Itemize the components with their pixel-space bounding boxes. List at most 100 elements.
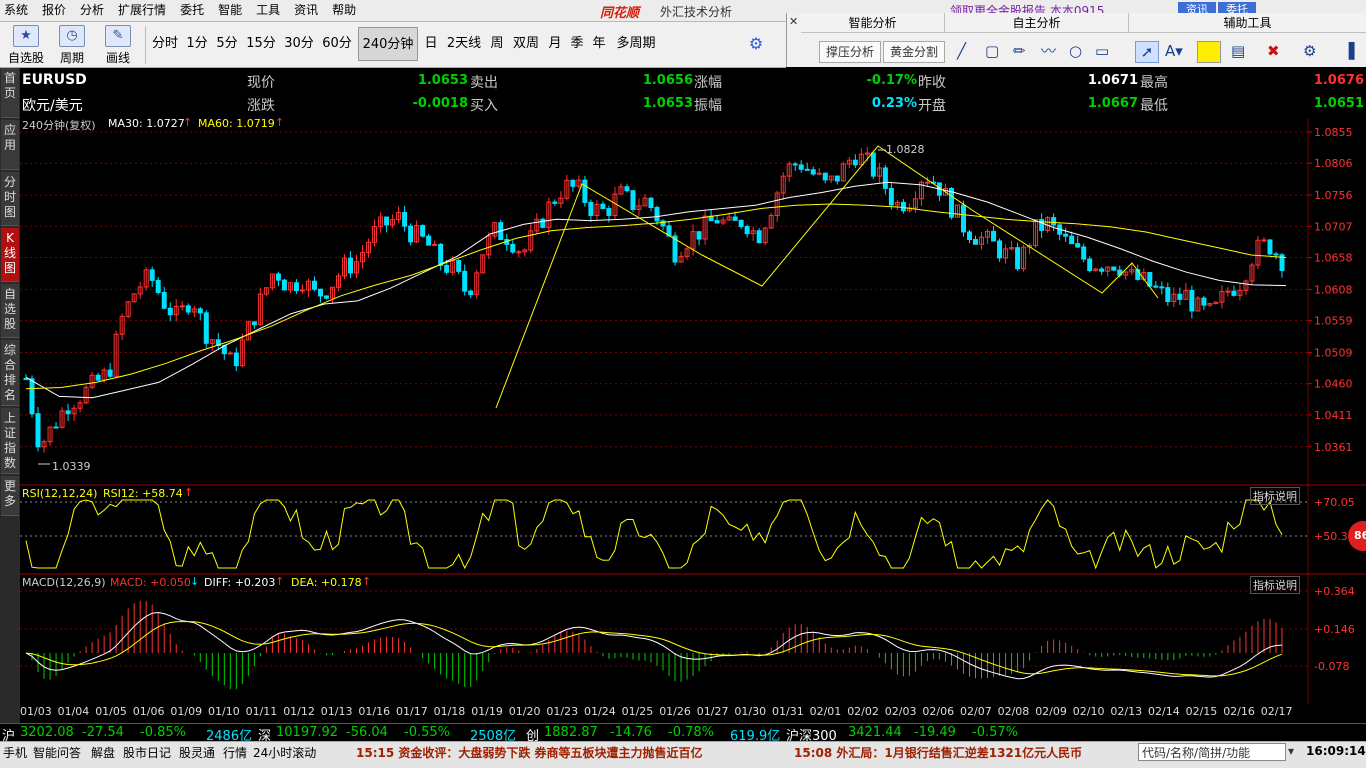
- close-icon[interactable]: ✕: [789, 15, 798, 28]
- period-15min[interactable]: 15分: [244, 27, 278, 61]
- tab-aux-tools[interactable]: 辅助工具: [1129, 13, 1366, 33]
- menu-quote[interactable]: 报价: [35, 0, 73, 21]
- tab-sh-index[interactable]: 上证指数: [1, 408, 19, 474]
- candle-down: [624, 186, 630, 192]
- tab-kline[interactable]: K线图: [1, 228, 19, 282]
- tab-apps[interactable]: 应用: [1, 120, 19, 170]
- symbol-code: EURUSD: [22, 72, 87, 88]
- rsi-help-button[interactable]: 指标说明: [1250, 487, 1300, 505]
- rsi-legend-name: RSI(12,12,24): [22, 487, 98, 500]
- candle-down: [1081, 246, 1087, 260]
- price-tick-label: 1.0460: [1314, 378, 1353, 391]
- circle-tool-icon[interactable]: ○: [1069, 41, 1082, 61]
- candle-down: [1063, 233, 1069, 237]
- date-tick-label: 01/03: [20, 705, 52, 718]
- price-tick-label: 1.0756: [1314, 189, 1353, 202]
- news-ticker-1[interactable]: 15:15 资金收评：大盘弱势下跌 券商等五板块遭主力抛售近百亿: [356, 744, 703, 761]
- period-day[interactable]: 日: [422, 27, 440, 61]
- label-open: 开盘: [918, 98, 946, 114]
- period-year[interactable]: 年: [590, 27, 608, 61]
- status-market[interactable]: 行情: [223, 744, 247, 761]
- status-mobile[interactable]: 手机: [3, 744, 27, 761]
- period-tick[interactable]: 分时: [148, 27, 182, 61]
- date-tick-label: 01/25: [621, 705, 654, 718]
- period-240min[interactable]: 240分钟: [358, 27, 418, 61]
- settings-icon[interactable]: ⚙: [1303, 41, 1316, 61]
- tab-self-analysis[interactable]: 自主分析: [945, 13, 1129, 33]
- candle-down: [281, 279, 287, 291]
- period-biweek[interactable]: 双周: [510, 27, 542, 61]
- tab-watchlist[interactable]: 自选股: [1, 284, 19, 338]
- quote-header: EURUSD 欧元/美元 现价 1.0653 卖出 1.0656 涨幅 -0.1…: [20, 68, 1366, 118]
- ma60-legend: MA60: 1.0719: [198, 117, 275, 130]
- candle-down: [468, 290, 474, 296]
- period-month[interactable]: 月: [546, 27, 564, 61]
- date-tick-label: 01/05: [95, 705, 127, 718]
- menu-tools[interactable]: 工具: [249, 0, 287, 21]
- pencil-tool-icon[interactable]: ✏: [1013, 41, 1026, 61]
- menu-system[interactable]: 系统: [0, 0, 35, 21]
- golden-section-button[interactable]: 黄金分割: [883, 41, 946, 63]
- toolbar-divider: [145, 26, 146, 64]
- draw-line-button[interactable]: ✎ 画线: [98, 25, 138, 66]
- support-resistance-button[interactable]: 撑压分析: [819, 41, 882, 63]
- eraser-icon[interactable]: ▤: [1231, 41, 1245, 61]
- price-tick-label: 1.0658: [1314, 252, 1353, 265]
- period-1min[interactable]: 1分: [184, 27, 210, 61]
- gear-icon[interactable]: ⚙: [744, 27, 768, 61]
- watchlist-button[interactable]: ★ 自选股: [6, 25, 46, 66]
- diff-line: [25, 611, 1283, 680]
- period-30min[interactable]: 30分: [282, 27, 316, 61]
- status-qa[interactable]: 智能问答: [33, 744, 81, 761]
- period-week[interactable]: 周: [488, 27, 506, 61]
- tab-timeshare[interactable]: 分时图: [1, 172, 19, 226]
- search-icon[interactable]: ▾: [1288, 744, 1294, 758]
- expand-icon[interactable]: ▐: [1343, 41, 1355, 61]
- status-gulingtong[interactable]: 股灵通: [179, 744, 215, 761]
- value-bid: 1.0653: [642, 96, 693, 111]
- menu-analysis[interactable]: 分析: [73, 0, 111, 21]
- macd-help-button[interactable]: 指标说明: [1250, 576, 1300, 594]
- watchlist-label: 自选股: [7, 51, 44, 65]
- value-ask: 1.0656: [642, 73, 693, 88]
- period-button[interactable]: ◷ 周期: [52, 25, 92, 66]
- tab-home[interactable]: 首页: [1, 68, 19, 118]
- ruler-tool-icon[interactable]: ▭: [1095, 41, 1109, 61]
- menu-smart[interactable]: 智能: [211, 0, 249, 21]
- rect-tool-icon[interactable]: ▢: [985, 41, 999, 61]
- candle-down: [185, 305, 191, 313]
- menu-news[interactable]: 资讯: [287, 0, 325, 21]
- period-multi[interactable]: 多周期: [612, 27, 660, 61]
- delete-icon[interactable]: ✖: [1267, 41, 1280, 61]
- color-picker[interactable]: [1197, 41, 1221, 63]
- candle-down: [438, 243, 444, 266]
- tab-more[interactable]: 更多: [1, 476, 19, 516]
- price-tick-label: 1.0855: [1314, 126, 1353, 139]
- text-tool-icon[interactable]: A▾: [1165, 41, 1183, 61]
- menu-ext-market[interactable]: 扩展行情: [111, 0, 173, 21]
- kline-chart[interactable]: 1.0855 1.0806 1.0756 1.0707 1.0658 1.0608 1.05…: [20, 118, 1366, 704]
- wave-tool-icon[interactable]: 〰: [1041, 41, 1056, 61]
- macd-tick-label: +0.146: [1314, 623, 1355, 636]
- tab-smart-analysis[interactable]: 智能分析: [801, 13, 945, 33]
- line-tool-icon[interactable]: ╱: [957, 41, 966, 61]
- label-ask: 卖出: [470, 75, 498, 91]
- chart-overlays: [25, 145, 1287, 465]
- candle-down: [149, 269, 155, 281]
- period-60min[interactable]: 60分: [320, 27, 354, 61]
- news-ticker-2[interactable]: 15:08 外汇局：1月银行结售汇逆差1321亿元人民币: [794, 744, 1082, 761]
- chart-grid: 1.0855 1.0806 1.0756 1.0707 1.0658 1.0608 1.05…: [20, 118, 1366, 704]
- search-input[interactable]: 代码/名称/简拼/功能: [1138, 743, 1286, 761]
- period-2day[interactable]: 2天线: [444, 27, 484, 61]
- period-quarter[interactable]: 季: [568, 27, 586, 61]
- cursor-icon[interactable]: ➚: [1135, 41, 1159, 63]
- menu-trade[interactable]: 委托: [173, 0, 211, 21]
- candle-down: [233, 352, 239, 367]
- menu-help[interactable]: 帮助: [325, 0, 363, 21]
- status-diary[interactable]: 股市日记: [123, 744, 171, 761]
- period-5min[interactable]: 5分: [214, 27, 240, 61]
- status-24h[interactable]: 24小时滚动: [253, 744, 316, 761]
- status-review[interactable]: 解盘: [91, 744, 115, 761]
- tab-ranking[interactable]: 综合排名: [1, 340, 19, 406]
- date-tick-label: 01/19: [471, 705, 503, 718]
